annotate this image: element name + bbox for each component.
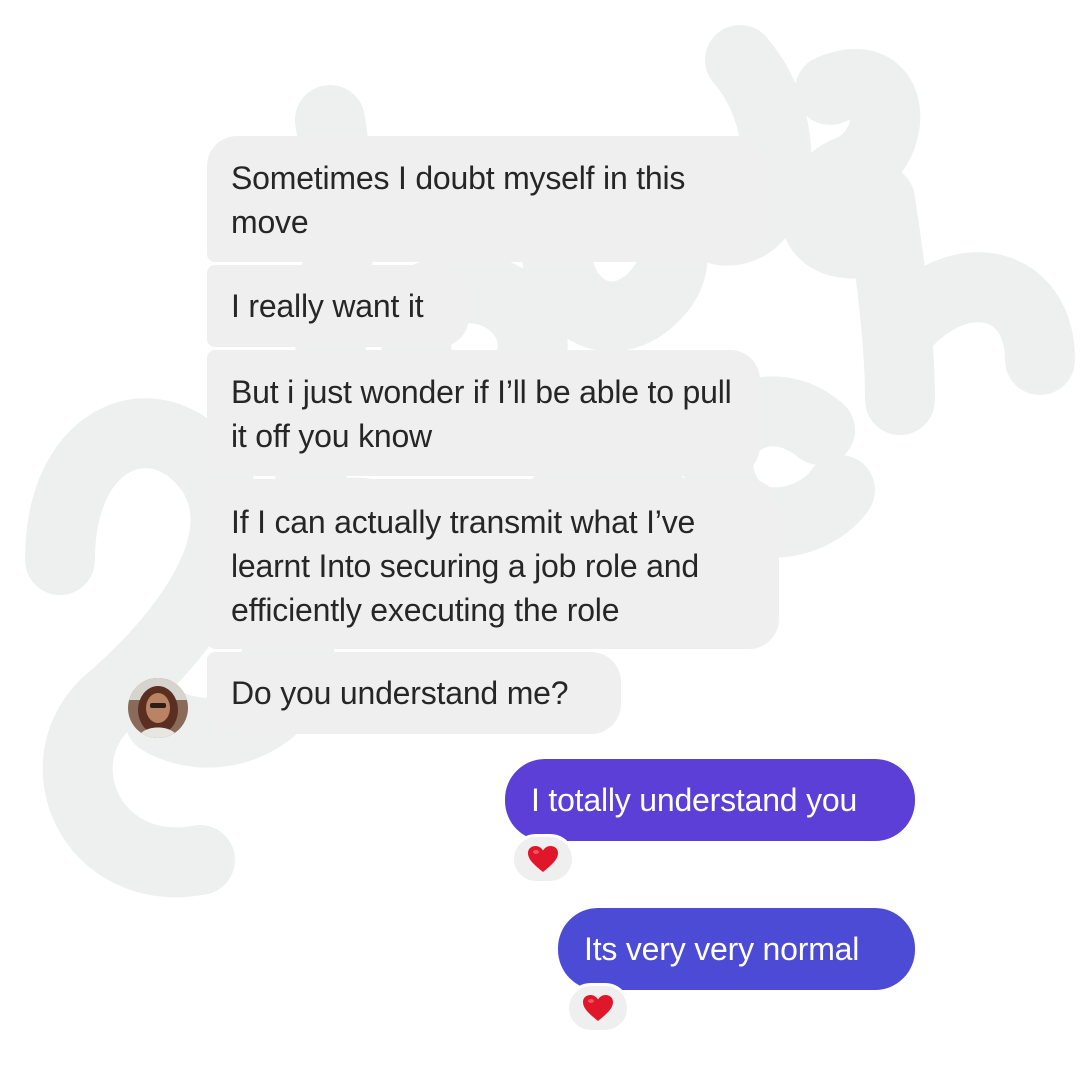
message-text: Sometimes I doubt myself in this move xyxy=(231,160,686,240)
message-bubble-outgoing[interactable]: Its very very normal xyxy=(558,908,915,990)
reaction-badge[interactable] xyxy=(566,983,630,1033)
heart-icon xyxy=(528,846,558,872)
message-bubble-incoming[interactable]: If I can actually transmit what I’ve lea… xyxy=(207,479,779,649)
message-text: I really want it xyxy=(231,288,424,324)
message-bubble-outgoing[interactable]: I totally understand you xyxy=(505,759,915,841)
message-text: Do you understand me? xyxy=(231,675,569,711)
avatar[interactable] xyxy=(128,678,188,738)
message-bubble-incoming[interactable]: I really want it xyxy=(207,265,469,347)
message-text: Its very very normal xyxy=(584,931,860,967)
message-bubble-incoming[interactable]: Sometimes I doubt myself in this move xyxy=(207,136,768,262)
message-text: If I can actually transmit what I’ve lea… xyxy=(231,504,699,628)
message-text: I totally understand you xyxy=(531,782,858,818)
heart-icon xyxy=(583,995,613,1021)
reaction-badge[interactable] xyxy=(511,834,575,884)
message-bubble-incoming[interactable]: Do you understand me? xyxy=(207,652,621,734)
message-bubble-incoming[interactable]: But i just wonder if I’ll be able to pul… xyxy=(207,350,760,476)
message-text: But i just wonder if I’ll be able to pul… xyxy=(231,374,732,454)
